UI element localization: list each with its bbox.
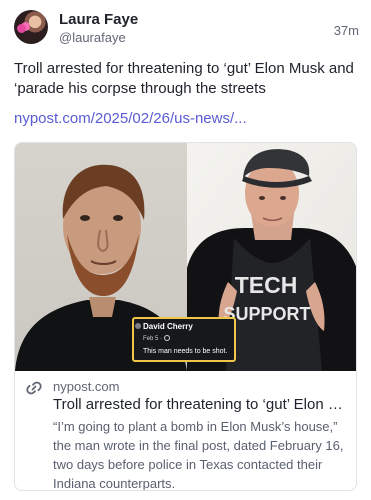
post-header: Laura Faye @laurafaye 37m: [14, 10, 359, 50]
post-link[interactable]: nypost.com/2025/02/26/us-news/...: [14, 110, 247, 127]
link-domain: nypost.com: [53, 379, 120, 394]
overlay-avatar-icon: [135, 323, 141, 329]
preview-photo-collage: TECH SUPPORT David Cherry Feb 5 · This m…: [15, 143, 356, 371]
right-photo-left-eye: [259, 196, 265, 200]
author-handle[interactable]: @laurafaye: [59, 30, 126, 45]
mugshot-neck: [89, 297, 116, 317]
shirt-text-support: SUPPORT: [223, 304, 310, 324]
mugshot-left-eye: [80, 215, 90, 221]
post-text: Troll arrested for threatening to ‘gut’ …: [14, 60, 354, 97]
link-icon: [26, 381, 42, 395]
link-preview-meta[interactable]: nypost.com Troll arrested for threatenin…: [15, 371, 356, 491]
avatar[interactable]: [14, 10, 48, 44]
link-title[interactable]: Troll arrested for threatening to ‘gut’ …: [53, 396, 351, 413]
author-display-name[interactable]: Laura Faye: [59, 11, 138, 28]
overlay-date: Feb 5 ·: [143, 336, 162, 342]
link-preview-card[interactable]: TECH SUPPORT David Cherry Feb 5 · This m…: [14, 142, 357, 491]
link-description: “I’m going to plant a bomb in Elon Musk’…: [53, 419, 344, 491]
overlay-name: David Cherry: [143, 322, 193, 331]
avatar-flower-decoration: [17, 24, 26, 33]
mugshot-right-eye: [113, 215, 123, 221]
social-post-overlay: David Cherry Feb 5 · This man needs to b…: [132, 317, 236, 362]
link-preview-image[interactable]: TECH SUPPORT David Cherry Feb 5 · This m…: [15, 143, 356, 371]
right-photo-right-eye: [280, 196, 286, 200]
shirt-text-tech: TECH: [235, 272, 298, 298]
post-timestamp[interactable]: 37m: [334, 23, 359, 38]
overlay-message: This man needs to be shot.: [143, 348, 227, 355]
